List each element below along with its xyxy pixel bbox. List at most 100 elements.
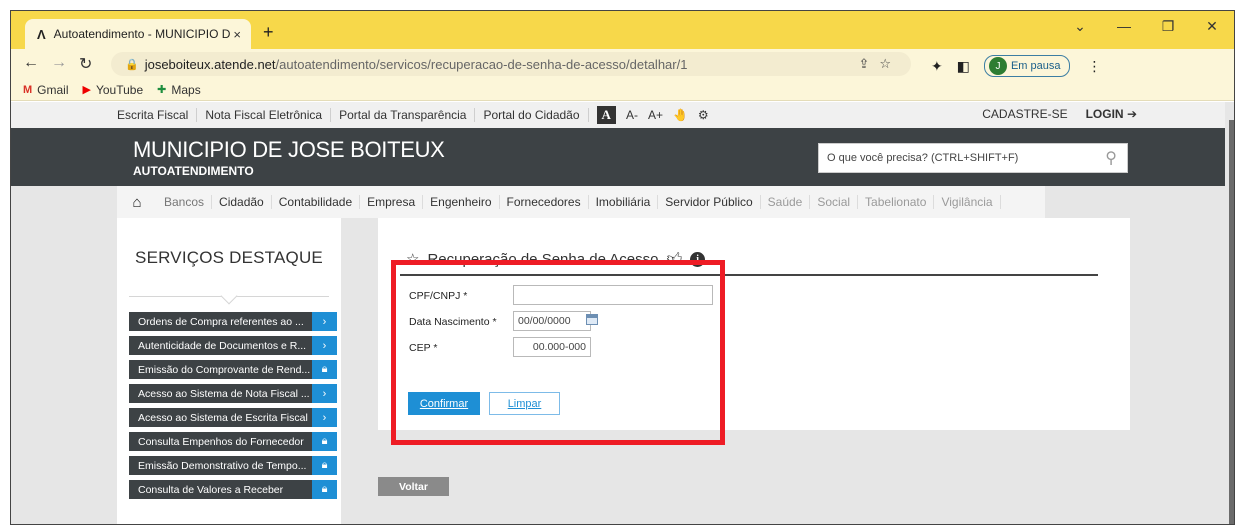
back-button[interactable]: Voltar <box>378 477 449 496</box>
font-decrease-button[interactable]: A- <box>626 108 638 122</box>
sign-language-icon[interactable]: 🤚 <box>673 108 688 122</box>
accessibility-controls: A A- A+ 🤚 ⚙ <box>596 106 709 124</box>
category-nav: ⌂ Bancos Cidadão Contabilidade Empresa Engen… <box>117 186 1045 218</box>
service-item[interactable]: Consulta de Valores a Receber 🔒︎ <box>129 480 337 499</box>
site-subtitle: AUTOATENDIMENTO <box>133 164 254 178</box>
bookmark-youtube[interactable]: ▶ YouTube <box>83 83 144 97</box>
category-social[interactable]: Social <box>810 195 859 209</box>
contrast-icon[interactable]: ⚙ <box>698 108 709 122</box>
category-bancos[interactable]: Bancos <box>157 195 213 209</box>
url-host: joseboiteux.atende.net <box>144 56 276 72</box>
service-item[interactable]: Autenticidade de Documentos e R... › <box>129 336 337 355</box>
category-imobili-ria[interactable]: Imobiliária <box>589 195 659 209</box>
reload-icon[interactable]: ↻ <box>79 54 92 74</box>
youtube-icon: ▶ <box>82 84 91 96</box>
birth-date-input[interactable]: 00/00/0000 <box>513 311 591 331</box>
scrollbar[interactable] <box>1229 120 1234 524</box>
font-reset-button[interactable]: A <box>596 106 616 124</box>
maps-icon: ✚ <box>157 84 167 96</box>
category-vigil-ncia[interactable]: Vigilância <box>934 195 1001 209</box>
avatar: J <box>988 57 1007 75</box>
site-logo-icon: Λ <box>37 26 46 42</box>
account-links: CADASTRE-SE LOGIN ➔ <box>982 107 1137 121</box>
sidebar-title: SERVIÇOS DESTAQUE <box>135 248 323 267</box>
address-bar[interactable]: 🔒 joseboiteux.atende.net /autoatendiment… <box>111 52 911 76</box>
service-label: Emissão Demonstrativo de Tempo... <box>138 459 307 472</box>
share-bookmark-icons[interactable]: ⇪☆ <box>858 56 901 72</box>
favorite-star-icon[interactable]: ☆ <box>406 250 419 268</box>
register-link[interactable]: CADASTRE-SE <box>982 107 1067 121</box>
chevron-right-icon: › <box>312 408 337 427</box>
clear-button[interactable]: Limpar <box>489 392 560 415</box>
login-icon: ➔ <box>1126 107 1137 121</box>
service-label: Acesso ao Sistema de Escrita Fiscal <box>138 411 308 424</box>
profile-status: Em pausa <box>1010 60 1061 72</box>
service-item[interactable]: Ordens de Compra referentes ao ... › <box>129 312 337 331</box>
extensions-icon[interactable]: ✦ <box>931 58 943 75</box>
minimize-icon[interactable]: — <box>1102 18 1146 34</box>
category-tabelionato[interactable]: Tabelionato <box>858 195 935 209</box>
site-header: MUNICIPIO DE JOSE BOITEUX AUTOATENDIMENT… <box>11 128 1225 186</box>
cep-label: CEP * <box>409 342 438 354</box>
form-card: ☆ Recuperação de Senha de Acesso 👍︎ i CP… <box>378 218 1130 430</box>
home-icon[interactable]: ⌂ <box>117 194 157 211</box>
chevron-right-icon: › <box>312 312 337 331</box>
tab-search-icon[interactable]: ⌄ <box>1058 18 1102 35</box>
close-window-icon[interactable]: ✕ <box>1190 18 1234 35</box>
category-engenheiro[interactable]: Engenheiro <box>423 195 500 209</box>
bookmark-gmail[interactable]: M Gmail <box>23 83 69 97</box>
category-empresa[interactable]: Empresa <box>360 195 424 209</box>
category-cidad-o[interactable]: Cidadão <box>212 195 272 209</box>
font-increase-button[interactable]: A+ <box>648 108 663 122</box>
info-icon[interactable]: i <box>690 251 706 267</box>
calendar-icon[interactable] <box>586 314 598 325</box>
forward-arrow-icon[interactable]: → <box>51 54 67 72</box>
browser-window: Λ Autoatendimento - MUNICIPIO D × + ⌄ — … <box>10 10 1235 525</box>
service-item[interactable]: Acesso ao Sistema de Escrita Fiscal › <box>129 408 337 427</box>
link-transparencia[interactable]: Portal da Transparência <box>331 108 476 122</box>
lock-icon: 🔒︎ <box>312 432 337 451</box>
menu-icon[interactable]: ⋮ <box>1088 58 1102 75</box>
login-label: LOGIN <box>1085 107 1124 121</box>
cpf-input[interactable] <box>513 285 713 305</box>
close-tab-icon[interactable]: × <box>233 27 241 42</box>
service-item[interactable]: Emissão do Comprovante de Rend... 🔒︎ <box>129 360 337 379</box>
lock-icon: 🔒︎ <box>312 360 337 379</box>
service-item[interactable]: Acesso ao Sistema de Nota Fiscal ... › <box>129 384 337 403</box>
service-label: Ordens de Compra referentes ao ... <box>138 315 304 328</box>
category-sa-de[interactable]: Saúde <box>761 195 811 209</box>
category-fornecedores[interactable]: Fornecedores <box>500 195 589 209</box>
bookmark-label: YouTube <box>95 82 144 97</box>
login-link[interactable]: LOGIN ➔ <box>1086 107 1137 121</box>
bookmarks-bar: M Gmail ▶ YouTube ✚ Maps <box>11 79 1234 101</box>
new-tab-button[interactable]: + <box>263 22 274 43</box>
category-servidor-p-blico[interactable]: Servidor Público <box>658 195 761 209</box>
link-portal-cidadao[interactable]: Portal do Cidadão <box>475 108 589 122</box>
side-panel-icon[interactable]: ◧ <box>957 58 970 75</box>
form-heading: ☆ Recuperação de Senha de Acesso 👍︎ i <box>406 250 706 268</box>
confirm-button[interactable]: Confirmar <box>408 392 480 415</box>
profile-button[interactable]: J Em pausa <box>983 55 1070 77</box>
service-item[interactable]: Emissão Demonstrativo de Tempo... 🔒︎ <box>129 456 337 475</box>
browser-tab[interactable]: Λ Autoatendimento - MUNICIPIO D × <box>25 19 251 49</box>
thumbs-up-icon[interactable]: 👍︎ <box>666 250 682 268</box>
back-arrow-icon[interactable]: ← <box>23 54 39 72</box>
bookmark-maps[interactable]: ✚ Maps <box>157 83 201 97</box>
service-label: Emissão do Comprovante de Rend... <box>138 363 311 376</box>
cep-input[interactable]: 00.000-000 <box>513 337 591 357</box>
restore-icon[interactable]: ❐ <box>1146 18 1190 35</box>
site-brand[interactable]: MUNICIPIO DE JOSE BOITEUX AUTOATENDIMENT… <box>133 137 445 178</box>
search-placeholder: O que você precisa? (CTRL+SHIFT+F) <box>827 152 1019 164</box>
chevron-right-icon: › <box>312 384 337 403</box>
search-icon[interactable]: ⚲ <box>1105 148 1117 168</box>
link-nota-fiscal[interactable]: Nota Fiscal Eletrônica <box>197 108 332 122</box>
service-item[interactable]: Consulta Empenhos do Fornecedor 🔒︎ <box>129 432 337 451</box>
category-contabilidade[interactable]: Contabilidade <box>272 195 361 209</box>
search-input[interactable]: O que você precisa? (CTRL+SHIFT+F) ⚲ <box>818 143 1128 173</box>
link-escrita-fiscal[interactable]: Escrita Fiscal <box>109 108 198 122</box>
site-title: MUNICIPIO DE JOSE BOITEUX <box>133 137 445 162</box>
bookmark-label: Maps <box>171 82 201 97</box>
service-label: Consulta Empenhos do Fornecedor <box>138 435 304 448</box>
url-path: /autoatendimento/servicos/recuperacao-de… <box>275 56 688 72</box>
utility-nav: Escrita Fiscal Nota Fiscal Eletrônica Po… <box>11 102 1225 128</box>
